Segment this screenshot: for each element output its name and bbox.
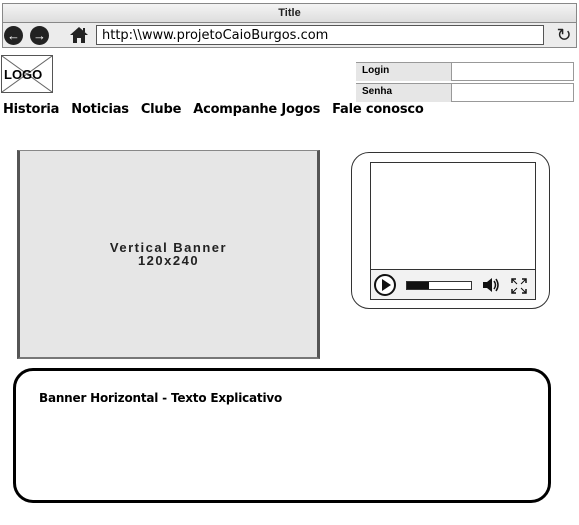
refresh-button[interactable]: ↻ bbox=[554, 25, 574, 45]
browser-toolbar: ← → http:\\www.projetoCaioBurgos.com ↻ bbox=[2, 22, 577, 48]
horizontal-banner-text: Banner Horizontal - Texto Explicativo bbox=[39, 391, 283, 405]
video-screen[interactable] bbox=[370, 162, 536, 270]
forward-button[interactable]: → bbox=[30, 26, 49, 45]
volume-icon bbox=[483, 278, 499, 292]
address-bar[interactable]: http:\\www.projetoCaioBurgos.com bbox=[96, 25, 544, 45]
senha-label: Senha bbox=[356, 83, 451, 102]
menu-item-acompanhe-jogos[interactable]: Acompanhe Jogos bbox=[193, 102, 320, 117]
browser-window: Title ← → http:\\www.projetoCaioBurgos.c… bbox=[0, 0, 579, 525]
senha-row: Senha bbox=[356, 83, 574, 102]
horizontal-banner[interactable]: Banner Horizontal - Texto Explicativo bbox=[13, 368, 551, 503]
senha-input[interactable] bbox=[451, 83, 574, 102]
login-form: Login Senha bbox=[356, 62, 574, 103]
arrow-right-icon: → bbox=[33, 28, 46, 43]
home-icon bbox=[70, 27, 88, 43]
video-progress-fill bbox=[407, 282, 430, 289]
title-bar: Title bbox=[2, 3, 577, 23]
menu-item-historia[interactable]: Historia bbox=[3, 102, 59, 117]
arrow-left-icon: ← bbox=[7, 28, 20, 43]
login-row: Login bbox=[356, 62, 574, 81]
menu-item-noticias[interactable]: Noticias bbox=[71, 102, 129, 117]
menu-item-clube[interactable]: Clube bbox=[141, 102, 182, 117]
video-player bbox=[351, 152, 550, 309]
volume-button[interactable] bbox=[481, 276, 501, 294]
video-controls bbox=[370, 270, 536, 300]
home-button[interactable] bbox=[69, 26, 89, 44]
logo-label: LOGO bbox=[4, 67, 43, 82]
vertical-banner-label: Vertical Banner 120x240 bbox=[20, 241, 317, 267]
login-input[interactable] bbox=[451, 62, 574, 81]
back-button[interactable]: ← bbox=[4, 26, 23, 45]
main-menu: Historia Noticias Clube Acompanhe Jogos … bbox=[3, 102, 436, 117]
window-title: Title bbox=[278, 7, 301, 19]
fullscreen-button[interactable] bbox=[511, 278, 527, 294]
video-progress-bar[interactable] bbox=[406, 281, 472, 290]
menu-item-fale-conosco[interactable]: Fale conosco bbox=[332, 102, 424, 117]
refresh-icon: ↻ bbox=[556, 25, 572, 45]
login-label: Login bbox=[356, 62, 451, 81]
vertical-banner[interactable]: Vertical Banner 120x240 bbox=[17, 150, 320, 359]
fullscreen-icon bbox=[511, 278, 527, 294]
play-button[interactable] bbox=[374, 274, 396, 296]
logo-placeholder: LOGO bbox=[1, 55, 53, 93]
vertical-banner-line2: 120x240 bbox=[137, 253, 200, 268]
